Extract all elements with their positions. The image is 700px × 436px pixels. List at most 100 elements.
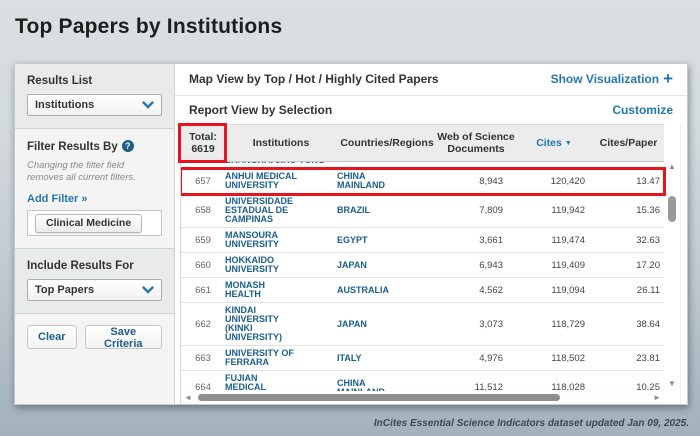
row-cites-per-paper: 15.36 <box>593 205 664 216</box>
row-wos-documents: 3,073 <box>437 319 515 330</box>
filter-by-label: Filter Results By? <box>27 140 162 153</box>
vertical-scrollbar[interactable]: ▲ ▼ <box>664 162 680 391</box>
horizontal-scrollbar[interactable]: ◄ ► <box>181 391 664 404</box>
row-wos-documents: 6,943 <box>437 260 515 271</box>
row-cites-per-paper: 13.47 <box>593 176 664 187</box>
row-institution[interactable]: FUJIAN MEDICAL UNIVERSITY <box>225 374 337 391</box>
plus-icon: + <box>663 73 673 85</box>
row-rank: 661 <box>181 285 225 296</box>
show-visualization-link[interactable]: Show Visualization+ <box>551 72 673 86</box>
horizontal-scroll-thumb[interactable] <box>198 394 561 401</box>
clear-button[interactable]: Clear <box>27 325 77 349</box>
results-list-value: Institutions <box>35 99 94 111</box>
sidebar: Results List Institutions Filter Results… <box>15 64 175 404</box>
help-question-icon[interactable]: ? <box>122 140 134 152</box>
scroll-right-icon[interactable]: ► <box>653 393 661 402</box>
table-header: Total: 6619 Institutions Countries/Regio… <box>181 124 664 162</box>
row-cites-per-paper: 32.63 <box>593 235 664 246</box>
table-body: SHANGHAI JIAO TONG 657 ANHUI MEDICAL UNI… <box>181 162 664 391</box>
column-header-wos-documents: Web of Science Documents <box>437 131 515 155</box>
table-row[interactable]: 662 KINDAI UNIVERSITY (KINKI UNIVERSITY)… <box>181 303 664 346</box>
sort-arrow-icon: ▼ <box>565 140 572 147</box>
results-list-section: Results List Institutions <box>15 64 174 129</box>
row-rank: 662 <box>181 319 225 330</box>
page-title: Top Papers by Institutions <box>15 15 282 39</box>
content-card: Results List Institutions Filter Results… <box>14 63 688 405</box>
filter-tag-clinical-medicine[interactable]: Clinical Medicine <box>35 214 142 233</box>
row-country: CHINA MAINLAND <box>337 172 437 190</box>
row-wos-documents: 7,809 <box>437 205 515 216</box>
row-rank: 663 <box>181 353 225 364</box>
partially-visible-row[interactable]: SHANGHAI JIAO TONG <box>181 162 664 169</box>
row-country: JAPAN <box>337 320 437 329</box>
customize-link[interactable]: Customize <box>612 103 673 117</box>
add-filter-link[interactable]: Add Filter » <box>27 193 88 205</box>
column-header-countries: Countries/Regions <box>337 137 437 149</box>
row-rank: 659 <box>181 235 225 246</box>
main-panel: Map View by Top / Hot / Highly Cited Pap… <box>175 64 687 404</box>
report-view-title: Report View by Selection <box>189 103 332 117</box>
dataset-footnote: InCites Essential Science Indicators dat… <box>374 418 689 429</box>
actions-section: Clear Save Criteria <box>15 314 174 404</box>
row-institution[interactable]: ANHUI MEDICAL UNIVERSITY <box>225 172 337 190</box>
row-wos-documents: 4,562 <box>437 285 515 296</box>
map-view-title: Map View by Top / Hot / Highly Cited Pap… <box>189 72 439 86</box>
row-cites-per-paper: 38.64 <box>593 319 664 330</box>
vertical-scroll-thumb[interactable] <box>668 196 676 222</box>
column-header-institutions: Institutions <box>225 137 337 149</box>
table-row[interactable]: 663 UNIVERSITY OF FERRARA ITALY 4,976 11… <box>181 346 664 371</box>
row-institution[interactable]: KINDAI UNIVERSITY (KINKI UNIVERSITY) <box>225 306 337 342</box>
table-scroll-area: SHANGHAI JIAO TONG 657 ANHUI MEDICAL UNI… <box>181 162 680 391</box>
table-row[interactable]: 657 ANHUI MEDICAL UNIVERSITY CHINA MAINL… <box>181 169 664 194</box>
row-cites: 120,420 <box>515 176 593 187</box>
table-row[interactable]: 658 UNIVERSIDADE ESTADUAL DE CAMPINAS BR… <box>181 194 664 228</box>
table-row[interactable]: 661 MONASH HEALTH AUSTRALIA 4,562 119,09… <box>181 278 664 303</box>
results-list-select[interactable]: Institutions <box>27 94 162 116</box>
row-institution[interactable]: HOKKAIDO UNIVERSITY <box>225 256 337 274</box>
row-wos-documents: 8,943 <box>437 176 515 187</box>
row-wos-documents: 4,976 <box>437 353 515 364</box>
row-institution[interactable]: UNIVERSIDADE ESTADUAL DE CAMPINAS <box>225 197 337 224</box>
row-rank: 657 <box>181 176 225 187</box>
scroll-down-icon[interactable]: ▼ <box>668 379 676 389</box>
row-country: AUSTRALIA <box>337 286 437 295</box>
include-results-select[interactable]: Top Papers <box>27 279 162 301</box>
scroll-up-icon[interactable]: ▲ <box>668 162 676 172</box>
row-country: BRAZIL <box>337 206 437 215</box>
row-institution[interactable]: UNIVERSITY OF FERRARA <box>225 349 337 367</box>
filter-section: Filter Results By? Changing the filter f… <box>15 129 174 249</box>
filter-field[interactable]: Clinical Medicine <box>27 210 162 236</box>
row-wos-documents: 11,512 <box>437 382 515 391</box>
table-row[interactable]: 660 HOKKAIDO UNIVERSITY JAPAN 6,943 119,… <box>181 253 664 278</box>
row-rank: 660 <box>181 260 225 271</box>
row-cites: 119,094 <box>515 285 593 296</box>
total-count: Total: 6619 <box>181 131 225 155</box>
row-cites-per-paper: 26.11 <box>593 285 664 296</box>
row-rank: 664 <box>181 382 225 391</box>
column-header-cites-sort[interactable]: Cites▼ <box>515 137 593 150</box>
row-cites-per-paper: 10.25 <box>593 382 664 391</box>
row-cites-per-paper: 17.20 <box>593 260 664 271</box>
row-wos-documents: 3,661 <box>437 235 515 246</box>
include-results-label: Include Results For <box>27 260 162 272</box>
filter-note: Changing the filter field removes all cu… <box>27 160 162 183</box>
column-header-cites-per-paper: Cites/Paper <box>593 137 664 149</box>
chevron-down-icon <box>142 281 154 299</box>
row-country: EGYPT <box>337 236 437 245</box>
table-row[interactable]: 659 MANSOURA UNIVERSITY EGYPT 3,661 119,… <box>181 228 664 253</box>
row-institution[interactable]: MANSOURA UNIVERSITY <box>225 231 337 249</box>
row-institution[interactable]: MONASH HEALTH <box>225 281 337 299</box>
scroll-left-icon[interactable]: ◄ <box>184 393 192 402</box>
include-results-value: Top Papers <box>35 284 94 296</box>
include-results-section: Include Results For Top Papers <box>15 249 174 314</box>
row-country: ITALY <box>337 354 437 363</box>
save-criteria-button[interactable]: Save Criteria <box>85 325 162 349</box>
row-cites: 118,028 <box>515 382 593 391</box>
results-table: Total: 6619 Institutions Countries/Regio… <box>180 124 681 404</box>
chevron-down-icon <box>142 96 154 114</box>
row-cites: 119,942 <box>515 205 593 216</box>
table-row[interactable]: 664 FUJIAN MEDICAL UNIVERSITY CHINA MAIN… <box>181 371 664 391</box>
row-cites: 119,409 <box>515 260 593 271</box>
row-cites: 118,729 <box>515 319 593 330</box>
row-cites: 119,474 <box>515 235 593 246</box>
